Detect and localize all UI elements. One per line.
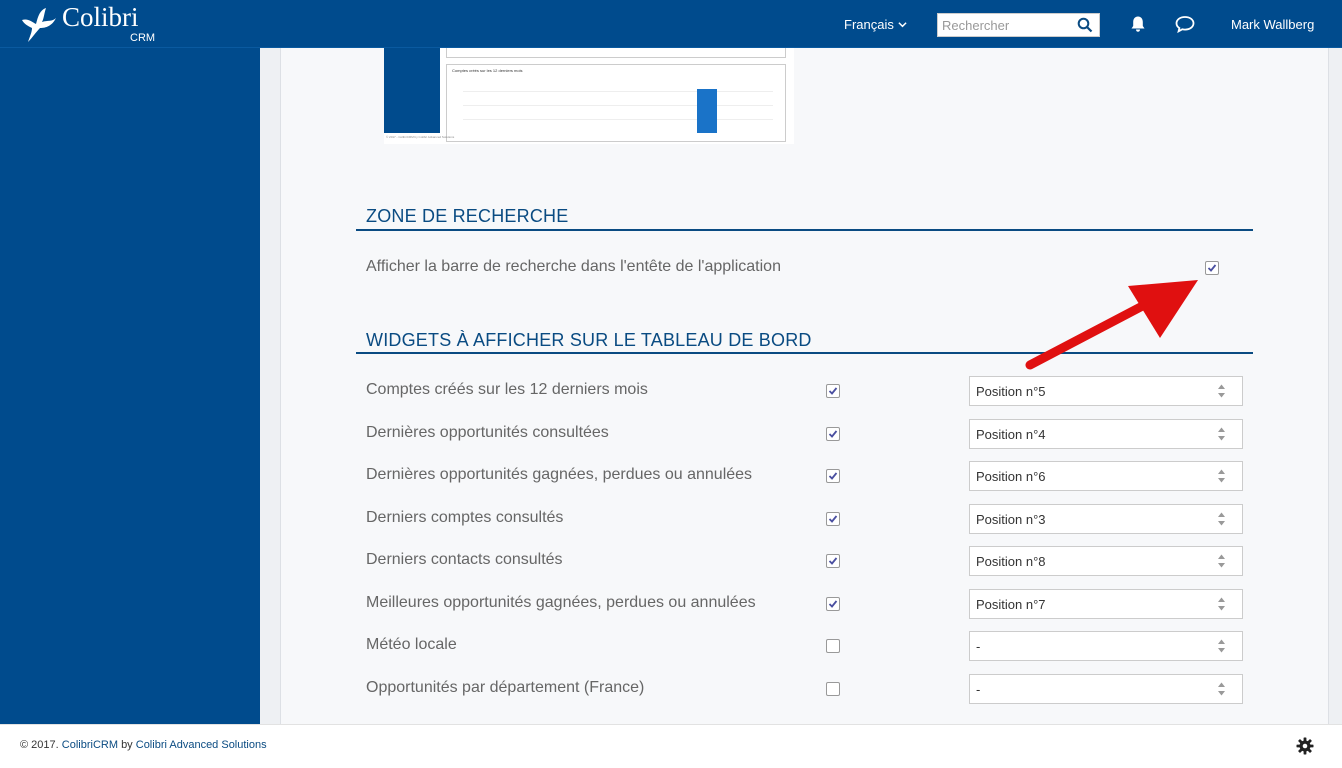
widget-label: Dernières opportunités gagnées, perdues … xyxy=(366,466,753,483)
copyright-text: © 2017. xyxy=(20,739,59,751)
sidebar xyxy=(0,48,260,724)
widget-position-select[interactable]: Position n°4 xyxy=(969,419,1243,449)
language-selector[interactable]: Français xyxy=(844,17,907,32)
widgets-section-title: WIDGETS À AFFICHER SUR LE TABLEAU DE BOR… xyxy=(366,330,812,350)
widget-position-value: Position n°8 xyxy=(976,554,1046,569)
widget-label: Derniers contacts consultés xyxy=(366,551,563,568)
search-section-title: ZONE DE RECHERCHE xyxy=(366,206,569,226)
widget-checkbox[interactable] xyxy=(826,554,840,568)
widget-position-select[interactable]: - xyxy=(969,674,1243,704)
select-arrows-icon xyxy=(1218,469,1225,483)
widget-label: Météo locale xyxy=(366,636,457,653)
checkmark-icon xyxy=(828,557,838,565)
checkmark-icon xyxy=(828,600,838,608)
top-navbar: Colibri CRM Français Mark Wallberg xyxy=(0,0,1342,48)
select-arrows-icon xyxy=(1218,512,1225,526)
widget-label: Derniers comptes consultés xyxy=(366,509,564,526)
select-arrows-icon xyxy=(1218,639,1225,653)
widget-position-value: - xyxy=(976,682,981,697)
widget-position-select[interactable]: Position n°5 xyxy=(969,376,1243,406)
chat-icon[interactable] xyxy=(1175,15,1195,33)
widget-position-select[interactable]: Position n°6 xyxy=(969,461,1243,491)
preview-gridline xyxy=(463,119,773,120)
checkmark-icon xyxy=(828,387,838,395)
preview-chart-title: Comptes créés sur les 12 derniers mois xyxy=(452,68,523,73)
widget-position-value: Position n°6 xyxy=(976,469,1046,484)
select-arrows-icon xyxy=(1218,384,1225,398)
red-arrow-annotation xyxy=(1025,280,1198,370)
product-link[interactable]: ColibriCRM xyxy=(62,739,118,751)
widget-position-select[interactable]: Position n°3 xyxy=(969,504,1243,534)
search-icon[interactable] xyxy=(1077,17,1093,33)
widget-label: Dernières opportunités consultées xyxy=(366,424,609,441)
widget-checkbox[interactable] xyxy=(826,597,840,611)
preview-gridline xyxy=(463,91,773,92)
company-link[interactable]: Colibri Advanced Solutions xyxy=(136,739,267,751)
footer: © 2017. ColibriCRM by Colibri Advanced S… xyxy=(0,724,1342,768)
widget-position-select[interactable]: Position n°7 xyxy=(969,589,1243,619)
dashboard-preview-image: Comptes créés sur les 12 derniers mois ©… xyxy=(384,48,794,144)
widget-label: Comptes créés sur les 12 derniers mois xyxy=(366,381,648,398)
select-arrows-icon xyxy=(1218,597,1225,611)
preview-card xyxy=(446,48,786,58)
widget-position-value: - xyxy=(976,639,981,654)
user-menu[interactable]: Mark Wallberg xyxy=(1231,17,1314,32)
widget-position-select[interactable]: Position n°8 xyxy=(969,546,1243,576)
widget-checkbox[interactable] xyxy=(826,512,840,526)
widget-label: Opportunités par département (France) xyxy=(366,679,645,696)
widget-checkbox[interactable] xyxy=(826,682,840,696)
search-bar-option-label: Afficher la barre de recherche dans l'en… xyxy=(366,258,781,275)
hummingbird-logo-icon xyxy=(22,8,56,42)
preview-sidebar xyxy=(384,48,440,133)
widget-position-select[interactable]: - xyxy=(969,631,1243,661)
widget-position-value: Position n°5 xyxy=(976,384,1046,399)
app-name: Colibri xyxy=(62,2,139,32)
language-label: Français xyxy=(844,17,894,32)
app-subtitle: CRM xyxy=(130,32,156,44)
chevron-down-icon xyxy=(898,22,907,28)
checkmark-icon xyxy=(828,430,838,438)
preview-chart-card: Comptes créés sur les 12 derniers mois xyxy=(446,64,786,142)
section-divider xyxy=(356,229,1253,231)
widget-position-value: Position n°4 xyxy=(976,427,1046,442)
footer-copyright: © 2017. ColibriCRM by Colibri Advanced S… xyxy=(20,739,267,751)
checkmark-icon xyxy=(828,515,838,523)
checkmark-icon xyxy=(828,472,838,480)
select-arrows-icon xyxy=(1218,682,1225,696)
search-input[interactable] xyxy=(938,14,1073,36)
preview-bar xyxy=(697,89,717,133)
select-arrows-icon xyxy=(1218,554,1225,568)
widget-checkbox[interactable] xyxy=(826,639,840,653)
by-text: by xyxy=(121,739,133,751)
app-logo[interactable]: Colibri CRM xyxy=(18,2,155,44)
bell-icon[interactable] xyxy=(1129,15,1147,33)
header-search xyxy=(937,13,1100,37)
preview-gridline xyxy=(463,105,773,106)
gear-icon[interactable] xyxy=(1296,737,1314,755)
widget-position-value: Position n°7 xyxy=(976,597,1046,612)
widget-position-value: Position n°3 xyxy=(976,512,1046,527)
widget-checkbox[interactable] xyxy=(826,427,840,441)
select-arrows-icon xyxy=(1218,427,1225,441)
preview-footer-note: © 2017 - ColibriCRM by Colibri Advanced … xyxy=(386,135,455,139)
widget-checkbox[interactable] xyxy=(826,384,840,398)
widget-checkbox[interactable] xyxy=(826,469,840,483)
widget-label: Meilleures opportunités gagnées, perdues… xyxy=(366,594,756,611)
